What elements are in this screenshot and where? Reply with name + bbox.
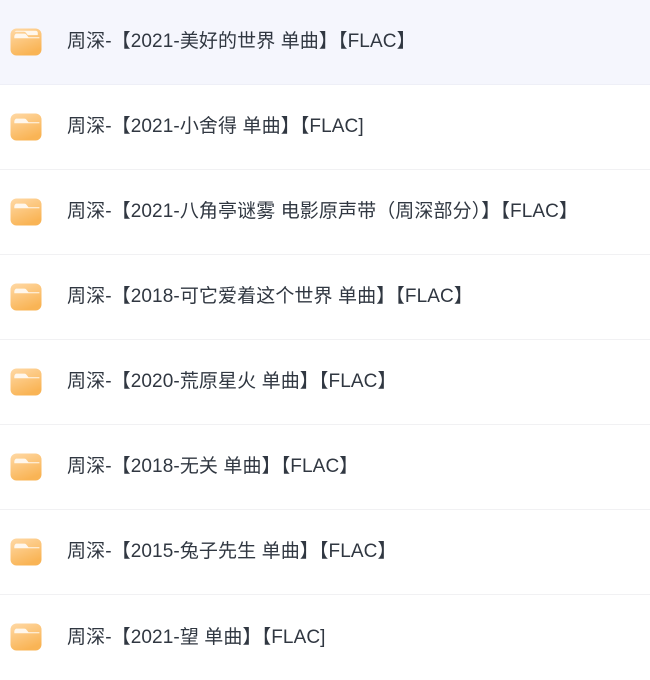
folder-icon [8, 449, 45, 486]
list-item-label: 周深-【2021-望 单曲】【FLAC] [67, 626, 326, 648]
folder-icon [8, 279, 45, 316]
list-item[interactable]: 周深-【2021-八角亭谜雾 电影原声带（周深部分）】【FLAC】 [0, 170, 650, 255]
list-item-label: 周深-【2020-荒原星火 单曲】【FLAC】 [67, 371, 397, 392]
list-item[interactable]: 周深-【2021-美好的世界 单曲】【FLAC】 [0, 0, 650, 85]
list-item-label: 周深-【2021-美好的世界 单曲】【FLAC】 [67, 31, 416, 52]
folder-icon [8, 24, 45, 61]
list-item-label: 周深-【2018-无关 单曲】【FLAC】 [67, 456, 359, 477]
list-item[interactable]: 周深-【2021-小舍得 单曲】【FLAC] [0, 85, 650, 170]
list-item-label: 周深-【2021-八角亭谜雾 电影原声带（周深部分）】【FLAC】 [67, 201, 579, 222]
list-item[interactable]: 周深-【2015-兔子先生 单曲】【FLAC】 [0, 510, 650, 595]
list-item-label: 周深-【2015-兔子先生 单曲】【FLAC】 [67, 541, 397, 562]
folder-icon [8, 109, 45, 146]
list-item-label: 周深-【2021-小舍得 单曲】【FLAC] [67, 116, 364, 137]
folder-icon [8, 364, 45, 401]
list-item[interactable]: 周深-【2018-无关 单曲】【FLAC】 [0, 425, 650, 510]
list-item[interactable]: 周深-【2020-荒原星火 单曲】【FLAC】 [0, 340, 650, 425]
folder-icon [8, 619, 45, 656]
folder-icon [8, 194, 45, 231]
list-item[interactable]: 周深-【2021-望 单曲】【FLAC] [0, 595, 650, 680]
list-item-label: 周深-【2018-可它爱着这个世界 单曲】【FLAC】 [67, 286, 473, 307]
list-item[interactable]: 周深-【2018-可它爱着这个世界 单曲】【FLAC】 [0, 255, 650, 340]
file-list: 周深-【2021-美好的世界 单曲】【FLAC】 周深-【2021-小舍得 单曲… [0, 0, 650, 680]
folder-icon [8, 534, 45, 571]
